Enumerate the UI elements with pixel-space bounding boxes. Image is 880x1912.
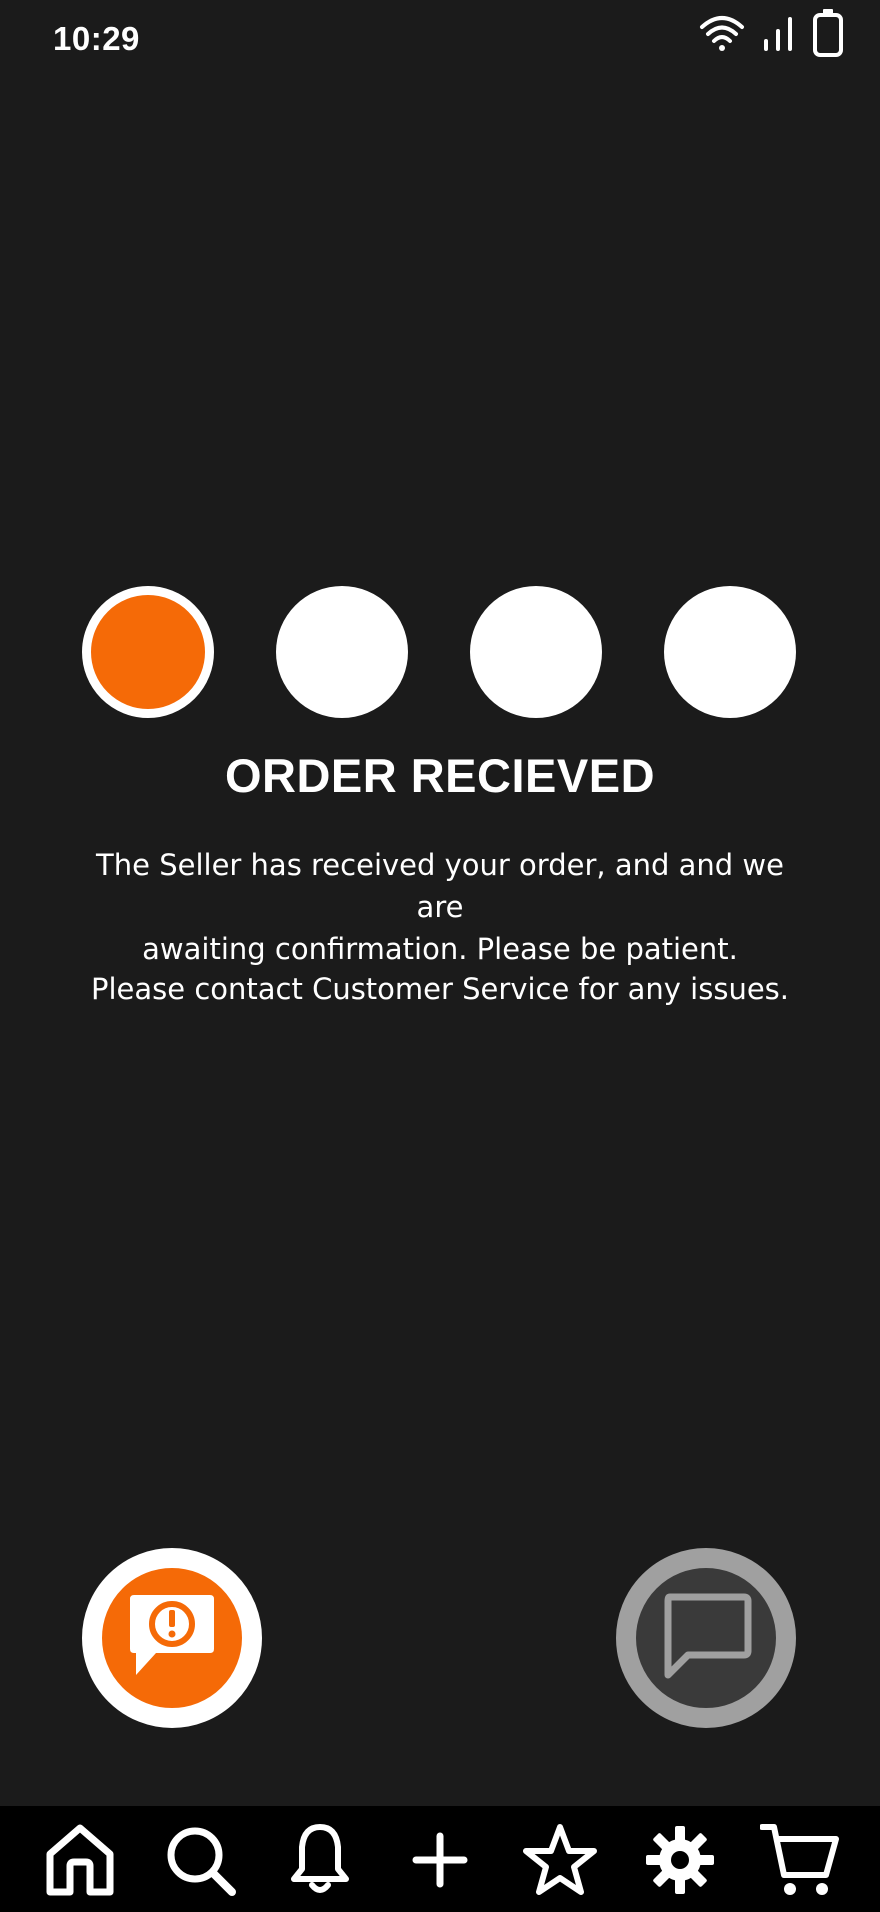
favorites-icon — [522, 1823, 598, 1901]
wifi-icon — [698, 13, 746, 57]
nav-cart-button[interactable] — [759, 1821, 840, 1903]
status-time: 10:29 — [53, 20, 140, 57]
home-icon — [44, 1822, 116, 1902]
nav-favorites-button[interactable] — [520, 1822, 600, 1902]
order-progress-steps — [82, 586, 798, 718]
nav-add-button[interactable] — [400, 1822, 480, 1902]
search-icon — [164, 1824, 236, 1900]
signal-icon — [762, 13, 796, 57]
progress-step-3 — [470, 586, 602, 718]
nav-settings-button[interactable] — [640, 1822, 720, 1902]
notifications-icon — [290, 1823, 350, 1901]
battery-icon — [812, 8, 844, 62]
status-bar: 10:29 — [0, 0, 880, 78]
nav-search-button[interactable] — [160, 1822, 240, 1902]
chat-button[interactable] — [616, 1548, 796, 1728]
nav-notifications-button[interactable] — [280, 1822, 360, 1902]
report-issue-icon — [126, 1591, 218, 1685]
order-status-message-line-1: The Seller has received your order, and … — [96, 848, 784, 924]
progress-step-4 — [664, 586, 796, 718]
order-status-message: The Seller has received your order, and … — [70, 844, 810, 970]
contact-note: Please contact Customer Service for any … — [91, 972, 789, 1006]
add-icon — [412, 1832, 468, 1892]
progress-step-1 — [82, 586, 214, 718]
chat-icon — [660, 1591, 752, 1685]
order-status-title: ORDER RECIEVED — [224, 749, 656, 802]
progress-step-2 — [276, 586, 408, 718]
settings-icon — [644, 1824, 716, 1900]
status-icons — [698, 8, 844, 62]
cart-icon — [759, 1821, 840, 1903]
order-status-message-line-2: awaiting confirmation. Please be patient… — [142, 932, 738, 966]
nav-home-button[interactable] — [40, 1822, 120, 1902]
report-issue-button[interactable] — [82, 1548, 262, 1728]
bottom-nav — [0, 1806, 880, 1912]
